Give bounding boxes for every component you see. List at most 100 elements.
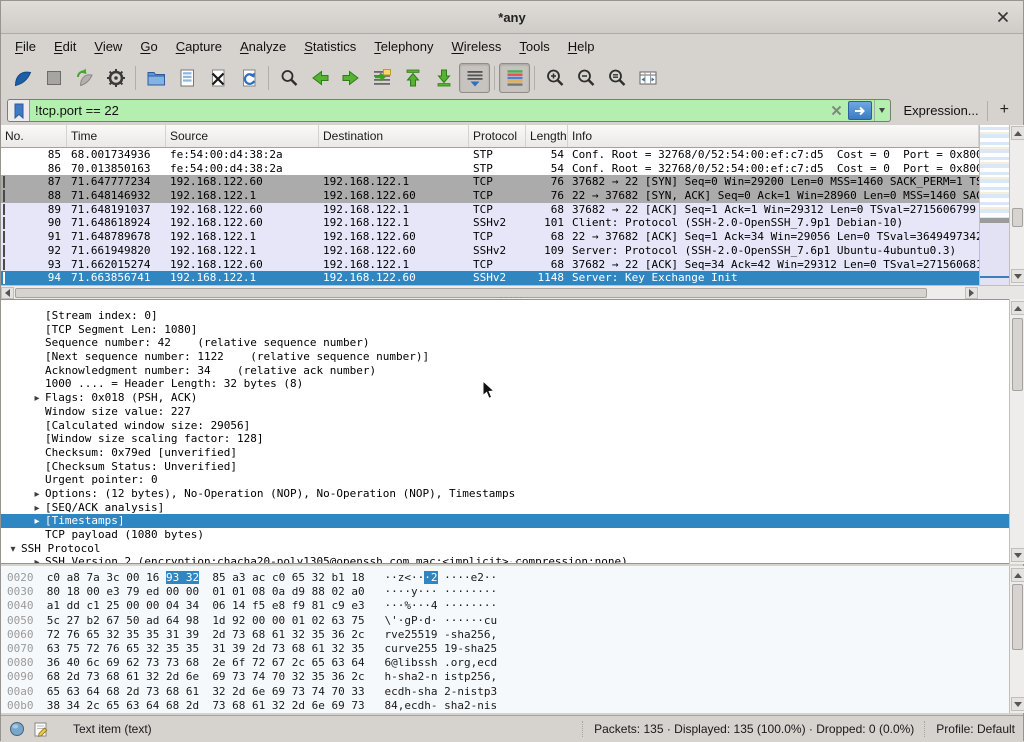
menu-capture[interactable]: Capture [167, 36, 231, 57]
go-to-last-packet-button[interactable] [428, 63, 459, 93]
add-filter-button[interactable]: + [996, 101, 1017, 121]
scrollbar-thumb[interactable] [1012, 318, 1023, 391]
details-vscrollbar[interactable] [1009, 299, 1024, 564]
auto-scroll-button[interactable] [459, 63, 490, 93]
hex-row-0050[interactable]: 0050 5c 27 b2 67 50 ad 64 98 1d 92 00 00… [7, 614, 1009, 628]
expander-right-icon[interactable]: ▸ [29, 515, 45, 529]
packet-list-vscrollbar[interactable] [1009, 125, 1024, 285]
detail-line[interactable]: ▾SSH Protocol [1, 542, 1009, 556]
open-capture-file-button[interactable] [140, 63, 171, 93]
detail-line[interactable]: ▸Options: (12 bytes), No-Operation (NOP)… [1, 487, 1009, 501]
packet-row-90[interactable]: 9071.648618924192.168.122.60192.168.122.… [1, 216, 979, 230]
scroll-down-button[interactable] [1011, 269, 1024, 283]
splitter-handle[interactable]: ····· [1, 295, 1023, 301]
detail-line[interactable]: ▸[Timestamps] [1, 514, 1009, 528]
menu-analyze[interactable]: Analyze [231, 36, 295, 57]
detail-line[interactable]: [Window size scaling factor: 128] [1, 432, 1009, 446]
detail-line[interactable]: [Checksum Status: Unverified] [1, 460, 1009, 474]
column-header-time[interactable]: Time [67, 125, 166, 147]
detail-line[interactable]: TCP payload (1080 bytes) [1, 528, 1009, 542]
find-packet-button[interactable] [273, 63, 304, 93]
start-capture-button[interactable] [7, 63, 38, 93]
scroll-up-button[interactable] [1011, 126, 1024, 140]
filter-apply-button[interactable] [848, 101, 872, 120]
menu-go[interactable]: Go [131, 36, 166, 57]
zoom-out-button[interactable] [570, 63, 601, 93]
menu-statistics[interactable]: Statistics [295, 36, 365, 57]
detail-line[interactable]: [TCP Segment Len: 1080] [1, 323, 1009, 337]
hex-row-0030[interactable]: 0030 80 18 00 e3 79 ed 00 00 01 01 08 0a… [7, 585, 1009, 599]
stop-capture-button[interactable] [38, 63, 69, 93]
capture-comment-button[interactable] [33, 721, 49, 738]
column-header-no[interactable]: No. [1, 125, 67, 147]
detail-line[interactable]: Acknowledgment number: 34 (relative ack … [1, 364, 1009, 378]
scroll-up-button[interactable] [1011, 301, 1024, 315]
expander-right-icon[interactable]: ▸ [29, 502, 45, 516]
colorize-packets-button[interactable] [499, 63, 530, 93]
packet-row-94[interactable]: 9471.663856741192.168.122.1192.168.122.6… [1, 271, 979, 285]
menu-edit[interactable]: Edit [45, 36, 85, 57]
packet-row-87[interactable]: 8771.647777234192.168.122.60192.168.122.… [1, 175, 979, 189]
column-header-source[interactable]: Source [166, 125, 319, 147]
hex-row-0020[interactable]: 0020 c0 a8 7a 3c 00 16 93 32 85 a3 ac c0… [7, 571, 1009, 585]
menu-help[interactable]: Help [559, 36, 604, 57]
filter-clear-button[interactable] [828, 105, 846, 116]
expert-info-button[interactable] [9, 721, 25, 737]
go-forward-button[interactable] [335, 63, 366, 93]
bytes-vscrollbar[interactable] [1009, 566, 1024, 713]
packet-row-92[interactable]: 9271.661949820192.168.122.1192.168.122.6… [1, 244, 979, 258]
resize-columns-button[interactable] [632, 63, 663, 93]
hex-row-0080[interactable]: 0080 36 40 6c 69 62 73 73 68 2e 6f 72 67… [7, 656, 1009, 670]
filter-bookmark-button[interactable] [8, 100, 30, 121]
splitter-handle[interactable]: ····· [1, 559, 1023, 565]
scrollbar-thumb[interactable] [1012, 584, 1023, 650]
restart-capture-button[interactable] [69, 63, 100, 93]
scroll-up-button[interactable] [1011, 568, 1024, 582]
go-to-packet-button[interactable] [366, 63, 397, 93]
hex-row-0060[interactable]: 0060 72 76 65 32 35 35 31 39 2d 73 68 61… [7, 628, 1009, 642]
column-header-destination[interactable]: Destination [319, 125, 469, 147]
window-close-button[interactable] [996, 10, 1010, 24]
hex-row-0070[interactable]: 0070 63 75 72 76 65 32 35 35 31 39 2d 73… [7, 642, 1009, 656]
packet-row-85[interactable]: 8568.001734936fe:54:00:d4:38:2aSTP54Conf… [1, 148, 979, 162]
close-capture-file-button[interactable] [202, 63, 233, 93]
menu-file[interactable]: File [6, 36, 45, 57]
profile-selector[interactable]: Profile: Default [936, 722, 1015, 736]
detail-line[interactable]: [Next sequence number: 1122 (relative se… [1, 350, 1009, 364]
reload-capture-file-button[interactable] [233, 63, 264, 93]
menu-view[interactable]: View [85, 36, 131, 57]
detail-line[interactable]: Window size value: 227 [1, 405, 1009, 419]
scroll-down-button[interactable] [1011, 697, 1024, 711]
expander-down-icon[interactable]: ▾ [5, 543, 21, 557]
detail-line[interactable]: ▸Flags: 0x018 (PSH, ACK) [1, 391, 1009, 405]
detail-line[interactable]: ▸[SEQ/ACK analysis] [1, 501, 1009, 515]
save-capture-file-button[interactable] [171, 63, 202, 93]
detail-line[interactable]: 1000 .... = Header Length: 32 bytes (8) [1, 377, 1009, 391]
go-to-first-packet-button[interactable] [397, 63, 428, 93]
go-back-button[interactable] [304, 63, 335, 93]
zoom-in-button[interactable] [539, 63, 570, 93]
detail-line[interactable]: Sequence number: 42 (relative sequence n… [1, 336, 1009, 350]
hex-row-0040[interactable]: 0040 a1 dd c1 25 00 00 04 34 06 14 f5 e8… [7, 599, 1009, 613]
menu-wireless[interactable]: Wireless [443, 36, 511, 57]
filter-history-dropdown[interactable] [874, 100, 890, 121]
detail-line[interactable]: Checksum: 0x79ed [unverified] [1, 446, 1009, 460]
hex-row-00a0[interactable]: 00a0 65 63 64 68 2d 73 68 61 32 2d 6e 69… [7, 685, 1009, 699]
display-filter-input[interactable] [30, 100, 828, 121]
intelligent-scrollbar-minimap[interactable] [979, 125, 1009, 285]
zoom-original-button[interactable] [601, 63, 632, 93]
packet-row-89[interactable]: 8971.648191037192.168.122.60192.168.122.… [1, 203, 979, 217]
packet-row-86[interactable]: 8670.013850163fe:54:00:d4:38:2aSTP54Conf… [1, 162, 979, 176]
column-header-info[interactable]: Info [568, 125, 979, 147]
hex-row-0090[interactable]: 0090 68 2d 73 68 61 32 2d 6e 69 73 74 70… [7, 670, 1009, 684]
detail-line[interactable]: [Calculated window size: 29056] [1, 419, 1009, 433]
detail-line[interactable]: [Stream index: 0] [1, 309, 1009, 323]
expander-right-icon[interactable]: ▸ [29, 392, 45, 406]
detail-line[interactable]: Urgent pointer: 0 [1, 473, 1009, 487]
column-header-length[interactable]: Length [526, 125, 568, 147]
hex-row-00b0[interactable]: 00b0 38 34 2c 65 63 64 68 2d 73 68 61 32… [7, 699, 1009, 713]
packet-row-93[interactable]: 9371.662015274192.168.122.60192.168.122.… [1, 258, 979, 272]
column-header-protocol[interactable]: Protocol [469, 125, 526, 147]
expander-right-icon[interactable]: ▸ [29, 488, 45, 502]
packet-row-91[interactable]: 9171.648789678192.168.122.1192.168.122.6… [1, 230, 979, 244]
